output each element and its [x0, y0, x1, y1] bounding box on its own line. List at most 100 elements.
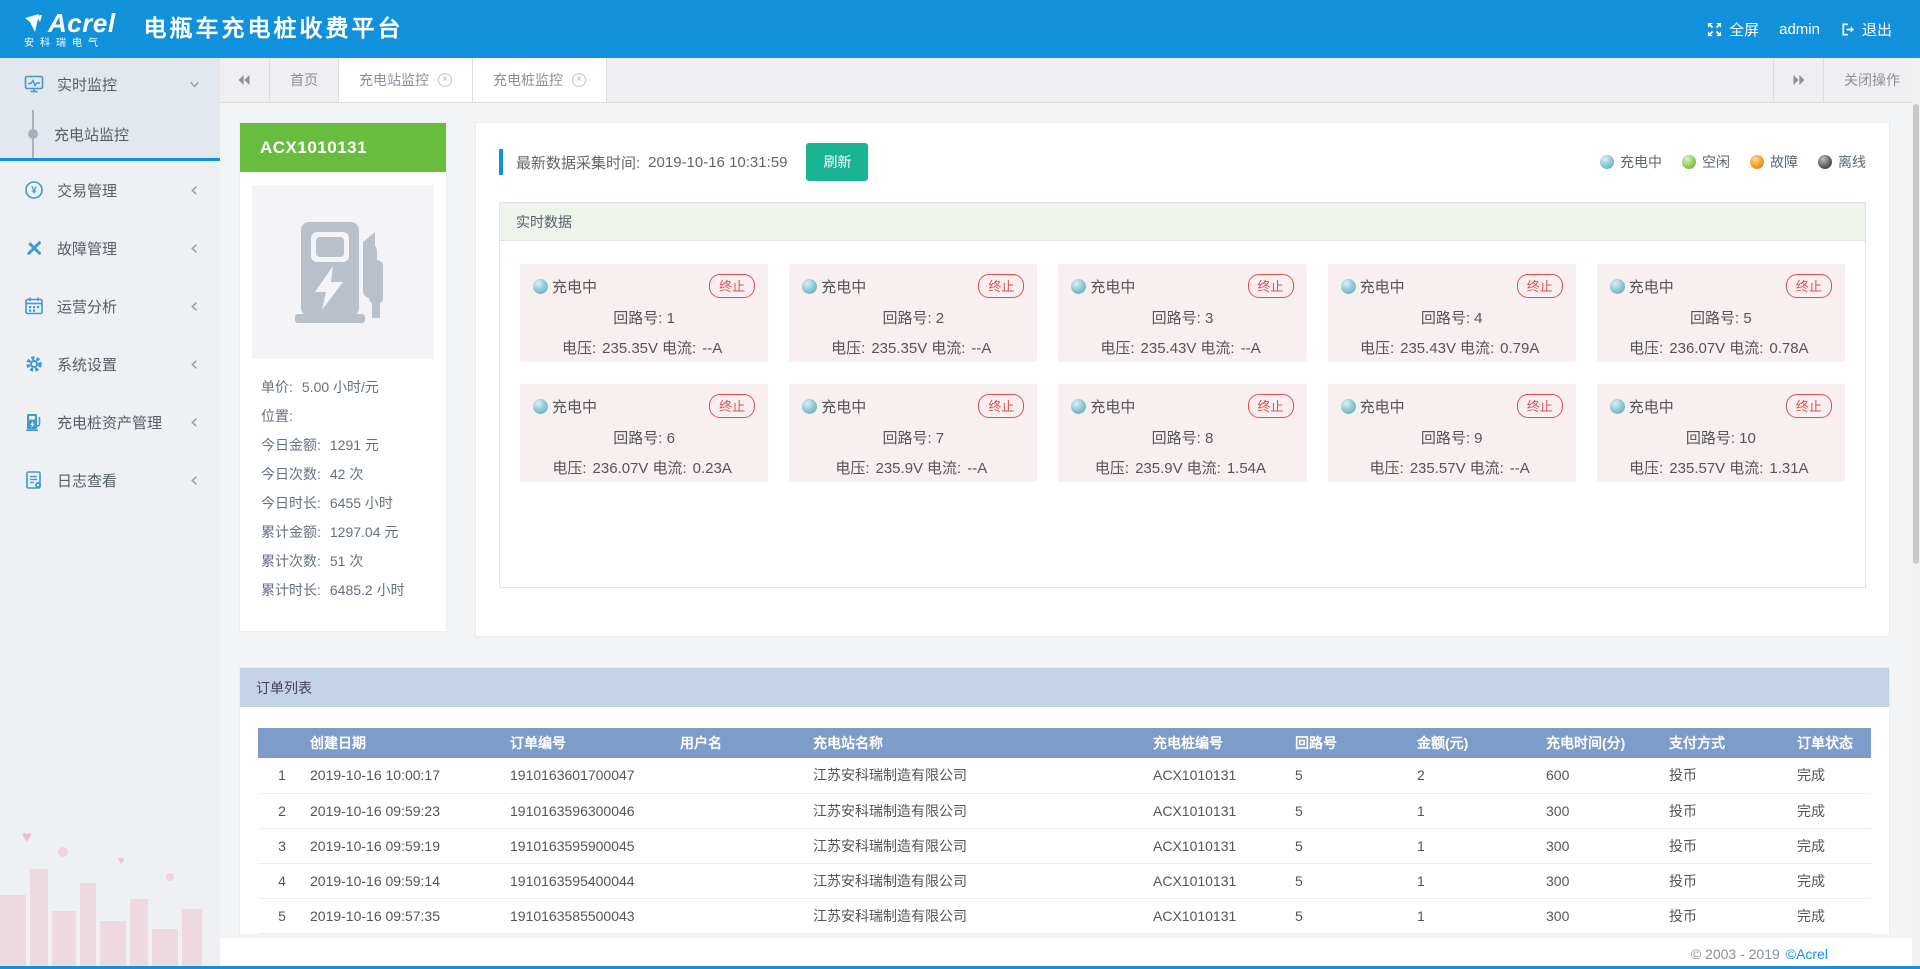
acrel-logo: Acrel 安科瑞电气 [24, 10, 116, 49]
orders-panel: 订单列表 创建日期 订单编号 用户名 [239, 667, 1890, 934]
col-circuit-no: 回路号 [1291, 728, 1413, 758]
charging-status-icon [533, 279, 548, 294]
status-legend: 充电中 空闲 故障 离线 [1600, 152, 1866, 172]
tabs-scroll-left-button[interactable] [220, 58, 270, 102]
close-tab-icon[interactable]: × [438, 73, 452, 87]
decorative-skyline: ♥ ♥ [0, 829, 220, 969]
tab-station-monitor[interactable]: 充电站监控 × [339, 58, 473, 102]
tab-pile-monitor[interactable]: 充电桩监控 × [473, 58, 607, 102]
legend-idle: 空闲 [1682, 152, 1730, 172]
calendar-icon [24, 296, 44, 316]
orders-header-row: 创建日期 订单编号 用户名 充电站名称 充电桩编号 回路号 金额(元) 充电时间… [258, 728, 1871, 758]
charging-status-icon [802, 279, 817, 294]
terminate-button[interactable]: 终止 [1786, 274, 1832, 298]
terminate-button[interactable]: 终止 [1517, 274, 1563, 298]
charging-pile-icon [24, 412, 44, 432]
device-stat-location: 位置: [252, 402, 434, 431]
logout-icon [1840, 22, 1855, 37]
terminate-button[interactable]: 终止 [978, 274, 1024, 298]
chevron-left-icon [189, 185, 200, 196]
sidebar-subitem-label: 充电站监控 [54, 124, 129, 145]
sidebar: 实时监控 充电站监控 ¥ 交易管理 [0, 58, 220, 969]
device-stat-total-count: 累计次数:51 次 [252, 547, 434, 576]
top-header: Acrel 安科瑞电气 电瓶车充电桩收费平台 全屏 admin 退出 [0, 0, 1920, 58]
device-stat-total-duration: 累计时长:6485.2 小时 [252, 576, 434, 605]
circuit-card-4: 充电中终止 回路号: 4 电压:235.43V电流:0.79A [1328, 264, 1576, 362]
scrollbar-thumb[interactable] [1913, 104, 1919, 564]
terminate-button[interactable]: 终止 [709, 394, 755, 418]
terminate-button[interactable]: 终止 [1786, 394, 1832, 418]
table-row: 32019-10-16 09:59:191910163595900045江苏安科… [258, 828, 1871, 863]
sidebar-group-realtime: 实时监控 充电站监控 [0, 58, 220, 161]
sidebar-item-pile-assets[interactable]: 充电桩资产管理 [0, 393, 220, 451]
charging-status-icon [1071, 279, 1086, 294]
logout-button[interactable]: 退出 [1840, 19, 1892, 40]
sidebar-item-operations-analysis[interactable]: 运营分析 [0, 277, 220, 335]
terminate-button[interactable]: 终止 [1517, 394, 1563, 418]
col-order-no: 订单编号 [506, 728, 676, 758]
terminate-button[interactable]: 终止 [1248, 274, 1294, 298]
device-stat-total-amount: 累计金额:1297.04 元 [252, 518, 434, 547]
terminate-button[interactable]: 终止 [978, 394, 1024, 418]
device-stat-today-amount: 今日金额:1291 元 [252, 431, 434, 460]
sidebar-item-station-monitor[interactable]: 充电站监控 [0, 110, 220, 158]
device-id-header: ACX1010131 [240, 123, 446, 172]
chevron-down-icon [189, 79, 200, 90]
idle-status-icon [1682, 155, 1696, 169]
chevron-left-icon [189, 359, 200, 370]
circuit-card-3: 充电中终止 回路号: 3 电压:235.43V电流:--A [1058, 264, 1306, 362]
footer: © 2003 - 2019 ©Acrel [220, 938, 1920, 969]
circuit-card-10: 充电中终止 回路号: 10 电压:235.57V电流:1.31A [1597, 384, 1845, 482]
realtime-panel-title: 实时数据 [500, 203, 1865, 241]
vertical-scrollbar[interactable] [1912, 58, 1920, 966]
collect-time-label: 最新数据采集时间: [516, 152, 640, 173]
fault-status-icon [1750, 155, 1764, 169]
sidebar-item-logs[interactable]: 日志查看 [0, 451, 220, 509]
user-menu[interactable]: admin [1779, 21, 1820, 38]
circuit-card-2: 充电中终止 回路号: 2 电压:235.35V电流:--A [789, 264, 1037, 362]
chevron-left-icon [189, 475, 200, 486]
col-amount: 金额(元) [1413, 728, 1542, 758]
tab-home[interactable]: 首页 [270, 58, 339, 102]
copyright-text: © 2003 - 2019 [1691, 946, 1780, 962]
sidebar-item-transactions[interactable]: ¥ 交易管理 [0, 161, 220, 219]
fullscreen-button[interactable]: 全屏 [1707, 19, 1759, 40]
sidebar-item-label: 运营分析 [57, 296, 117, 317]
legend-fault: 故障 [1750, 152, 1798, 172]
col-create-date: 创建日期 [306, 728, 506, 758]
sidebar-item-label: 实时监控 [57, 74, 117, 95]
charging-status-icon [1610, 399, 1625, 414]
chevron-left-icon [189, 417, 200, 428]
col-index [258, 728, 306, 758]
close-tab-icon[interactable]: × [572, 73, 586, 87]
terminate-button[interactable]: 终止 [709, 274, 755, 298]
close-operations-menu[interactable]: 关闭操作 [1823, 58, 1920, 102]
circuit-card-9: 充电中终止 回路号: 9 电压:235.57V电流:--A [1328, 384, 1576, 482]
fault-icon [24, 238, 44, 258]
col-station-name: 充电站名称 [809, 728, 1149, 758]
topbar-actions: 全屏 admin 退出 [1707, 19, 1892, 40]
sidebar-item-faults[interactable]: 故障管理 [0, 219, 220, 277]
device-image-box [252, 185, 434, 359]
sidebar-item-label: 充电桩资产管理 [57, 412, 162, 433]
realtime-data-panel: 实时数据 充电中终止 回路号: 1 电压:235.35V电流:--A 充电中终止… [499, 202, 1866, 588]
orders-panel-title: 订单列表 [240, 668, 1889, 707]
sidebar-item-label: 系统设置 [57, 354, 117, 375]
terminate-button[interactable]: 终止 [1248, 394, 1294, 418]
charging-status-icon [802, 399, 817, 414]
tabbar-spacer [607, 58, 1773, 102]
refresh-button[interactable]: 刷新 [806, 143, 868, 181]
table-row: 22019-10-16 09:59:231910163596300046江苏安科… [258, 793, 1871, 828]
acrel-logo-icon [24, 13, 44, 33]
transaction-icon: ¥ [24, 180, 44, 200]
table-row: 12019-10-16 10:00:171910163601700047江苏安科… [258, 758, 1871, 793]
device-card: ACX1010131 [239, 122, 447, 632]
sidebar-item-label: 故障管理 [57, 238, 117, 259]
footer-brand-link[interactable]: ©Acrel [1786, 946, 1828, 962]
close-operations-label: 关闭操作 [1844, 70, 1900, 90]
sidebar-item-system-settings[interactable]: 系统设置 [0, 335, 220, 393]
tab-label: 充电桩监控 [493, 70, 563, 90]
fullscreen-label: 全屏 [1729, 19, 1759, 40]
sidebar-item-realtime-monitor[interactable]: 实时监控 [0, 58, 220, 110]
tabs-scroll-right-button[interactable] [1773, 58, 1823, 102]
